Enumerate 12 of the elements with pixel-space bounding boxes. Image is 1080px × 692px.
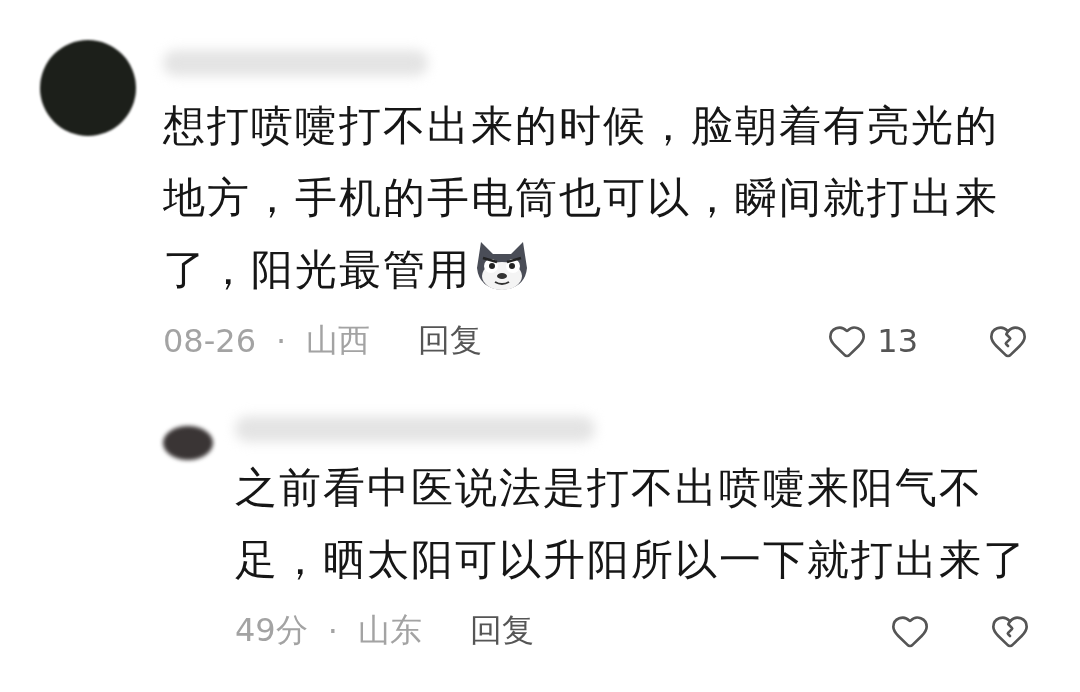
separator-dot: · (276, 322, 287, 360)
avatar[interactable] (163, 426, 213, 460)
comment-time: 49分 (235, 610, 308, 651)
comment-location: 山东 (357, 610, 422, 651)
reply-text: 之前看中医说法是打不出喷嚏来阳气不足，晒太阳可以升阳所以一下就打出来了 (235, 462, 1028, 586)
comment-time: 08-26 (163, 322, 256, 360)
comment-location: 山西 (306, 320, 371, 361)
reply-button[interactable]: 回复 (469, 609, 534, 653)
comment-text: 想打喷嚏打不出来的时候，脸朝着有亮光的地方，手机的手电筒也可以，瞬间就打出来了，阳光最管用 (163, 100, 1000, 296)
separator-dot: · (327, 612, 338, 650)
reply-button[interactable]: 回复 (418, 319, 483, 363)
like-count: 13 (877, 322, 918, 360)
